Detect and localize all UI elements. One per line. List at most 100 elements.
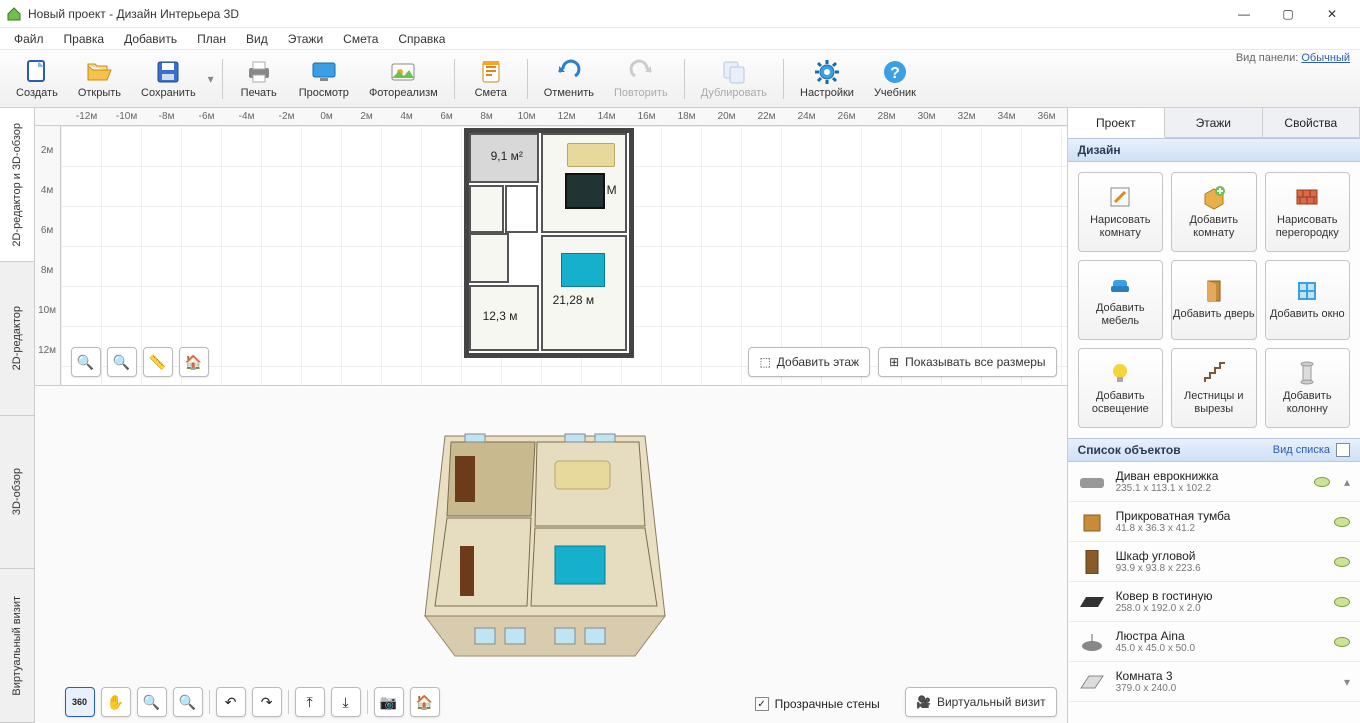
- virtual-visit-button[interactable]: 🎥 Виртуальный визит: [905, 687, 1057, 717]
- menu-add[interactable]: Добавить: [114, 30, 187, 48]
- menu-plan[interactable]: План: [187, 30, 236, 48]
- menu-file[interactable]: Файл: [4, 30, 54, 48]
- zoom-out-button[interactable]: 🔍: [71, 347, 101, 377]
- menu-floors[interactable]: Этажи: [278, 30, 333, 48]
- zoom-out-3d-button[interactable]: 🔍: [137, 687, 167, 717]
- home-3d-button[interactable]: 🏠: [410, 687, 440, 717]
- viewport-2d[interactable]: 2м4м6м8м10м12м 9,1 м² М 12,3 м: [35, 126, 1067, 386]
- add-column-button[interactable]: Добавить колонну: [1265, 348, 1350, 428]
- minimize-button[interactable]: —: [1222, 3, 1266, 25]
- preview-button[interactable]: Просмотр: [291, 52, 357, 106]
- save-button[interactable]: Сохранить: [133, 52, 204, 106]
- sofa-icon: [1078, 470, 1106, 494]
- undo-button[interactable]: Отменить: [536, 52, 602, 106]
- design-tools-grid: Нарисовать комнату Добавить комнату Нари…: [1068, 162, 1360, 438]
- add-furniture-button[interactable]: Добавить мебель: [1078, 260, 1163, 340]
- title-bar: Новый проект - Дизайн Интерьера 3D — ▢ ✕: [0, 0, 1360, 28]
- visibility-toggle[interactable]: [1334, 637, 1350, 647]
- viewport-3d[interactable]: 360 ✋ 🔍 🔍 ↶ ↷ ⤒ ⤓ 📷 🏠 ✓ Прозрачные стены…: [35, 386, 1067, 723]
- maximize-button[interactable]: ▢: [1266, 3, 1310, 25]
- list-item[interactable]: Люстра Aina45.0 x 45.0 x 50.0: [1068, 622, 1360, 662]
- visibility-toggle[interactable]: [1334, 517, 1350, 527]
- duplicate-button[interactable]: Дублировать: [693, 52, 775, 106]
- floor-plan[interactable]: 9,1 м² М 12,3 м 21,28 м: [464, 128, 634, 358]
- tab-virtual-visit[interactable]: Виртуальный визит: [0, 569, 34, 723]
- tilt-down-button[interactable]: ⤓: [331, 687, 361, 717]
- menu-edit[interactable]: Правка: [54, 30, 115, 48]
- svg-text:?: ?: [890, 65, 900, 82]
- redo-icon: [627, 58, 655, 86]
- measure-button[interactable]: 📏: [143, 347, 173, 377]
- window-title: Новый проект - Дизайн Интерьера 3D: [28, 7, 1222, 21]
- armchair-icon: [1107, 272, 1133, 298]
- visibility-toggle[interactable]: [1314, 477, 1330, 487]
- open-button[interactable]: Открыть: [70, 52, 129, 106]
- menu-help[interactable]: Справка: [388, 30, 455, 48]
- list-item[interactable]: Ковер в гостиную258.0 x 192.0 x 2.0: [1068, 582, 1360, 622]
- toolbar-separator: [783, 59, 784, 99]
- tilt-down-icon: ⤓: [342, 694, 348, 711]
- orbit-360-button[interactable]: 360: [65, 687, 95, 717]
- window-icon: [1294, 278, 1320, 304]
- menu-view[interactable]: Вид: [236, 30, 278, 48]
- main-toolbar: Создать Открыть Сохранить ▾ Печать Просм…: [0, 50, 1360, 108]
- home-icon: 🏠: [185, 354, 202, 371]
- draw-room-button[interactable]: Нарисовать комнату: [1078, 172, 1163, 252]
- visibility-toggle[interactable]: [1334, 597, 1350, 607]
- add-room-button[interactable]: Добавить комнату: [1171, 172, 1256, 252]
- list-item[interactable]: Шкаф угловой93.9 x 93.8 x 223.6: [1068, 542, 1360, 582]
- camera-icon: 🎥: [916, 695, 931, 709]
- estimate-button[interactable]: Смета: [463, 52, 519, 106]
- transparent-walls-checkbox[interactable]: ✓ Прозрачные стены: [755, 697, 880, 711]
- camera-button[interactable]: 📷: [374, 687, 404, 717]
- tab-properties[interactable]: Свойства: [1263, 108, 1360, 137]
- scroll-down-arrow[interactable]: ▾: [1344, 675, 1350, 689]
- rotate-left-icon: ↶: [225, 694, 237, 711]
- menu-estimate[interactable]: Смета: [333, 30, 388, 48]
- draw-partition-button[interactable]: Нарисовать перегородку: [1265, 172, 1350, 252]
- brick-wall-icon: [1294, 184, 1320, 210]
- pan-button[interactable]: ✋: [101, 687, 131, 717]
- stairs-cutouts-button[interactable]: Лестницы и вырезы: [1171, 348, 1256, 428]
- redo-button[interactable]: Повторить: [606, 52, 676, 106]
- menu-bar: Файл Правка Добавить План Вид Этажи Смет…: [0, 28, 1360, 50]
- photorealism-button[interactable]: Фотореализм: [361, 52, 446, 106]
- tilt-up-button[interactable]: ⤒: [295, 687, 325, 717]
- tab-2d-editor[interactable]: 2D-редактор: [0, 262, 34, 416]
- zoom-in-button[interactable]: 🔍: [107, 347, 137, 377]
- rotate-right-button[interactable]: ↷: [252, 687, 282, 717]
- tab-2d-and-3d[interactable]: 2D-редактор и 3D-обзор: [0, 108, 34, 262]
- visibility-toggle[interactable]: [1334, 557, 1350, 567]
- add-window-button[interactable]: Добавить окно: [1265, 260, 1350, 340]
- zoom-in-3d-button[interactable]: 🔍: [173, 687, 203, 717]
- new-file-icon: [23, 58, 51, 86]
- list-item[interactable]: Диван еврокнижка235.1 x 113.1 x 102.2 ▴: [1068, 462, 1360, 502]
- rotate-left-button[interactable]: ↶: [216, 687, 246, 717]
- add-floor-button[interactable]: ⬚Добавить этаж: [748, 347, 870, 377]
- zoom-out-icon: 🔍: [77, 354, 94, 371]
- list-item[interactable]: Прикроватная тумба41.8 x 36.3 x 41.2: [1068, 502, 1360, 542]
- create-button[interactable]: Создать: [8, 52, 66, 106]
- add-door-button[interactable]: Добавить дверь: [1171, 260, 1256, 340]
- layers-icon: ⬚: [759, 355, 770, 369]
- print-button[interactable]: Печать: [231, 52, 287, 106]
- list-item[interactable]: Комната 3379.0 x 240.0 ▾: [1068, 662, 1360, 702]
- save-dropdown-arrow[interactable]: ▾: [206, 72, 216, 86]
- list-view-icon[interactable]: [1336, 443, 1350, 457]
- tab-floors[interactable]: Этажи: [1165, 108, 1262, 137]
- 3d-model[interactable]: [405, 406, 685, 666]
- show-dimensions-button[interactable]: ⊞Показывать все размеры: [878, 347, 1056, 377]
- list-view-mode-link[interactable]: Вид списка: [1273, 444, 1330, 456]
- view-mode-tabs: 2D-редактор и 3D-обзор 2D-редактор 3D-об…: [0, 108, 35, 723]
- toolbar-separator: [684, 59, 685, 99]
- add-lighting-button[interactable]: Добавить освещение: [1078, 348, 1163, 428]
- scroll-up-arrow[interactable]: ▴: [1344, 475, 1350, 489]
- objects-list[interactable]: Диван еврокнижка235.1 x 113.1 x 102.2 ▴ …: [1068, 462, 1360, 723]
- tutorial-button[interactable]: ? Учебник: [866, 52, 924, 106]
- tab-project[interactable]: Проект: [1068, 108, 1165, 138]
- settings-button[interactable]: Настройки: [792, 52, 862, 106]
- panel-mode-link[interactable]: Обычный: [1301, 52, 1350, 64]
- home-button[interactable]: 🏠: [179, 347, 209, 377]
- close-button[interactable]: ✕: [1310, 3, 1354, 25]
- tab-3d-view[interactable]: 3D-обзор: [0, 416, 34, 570]
